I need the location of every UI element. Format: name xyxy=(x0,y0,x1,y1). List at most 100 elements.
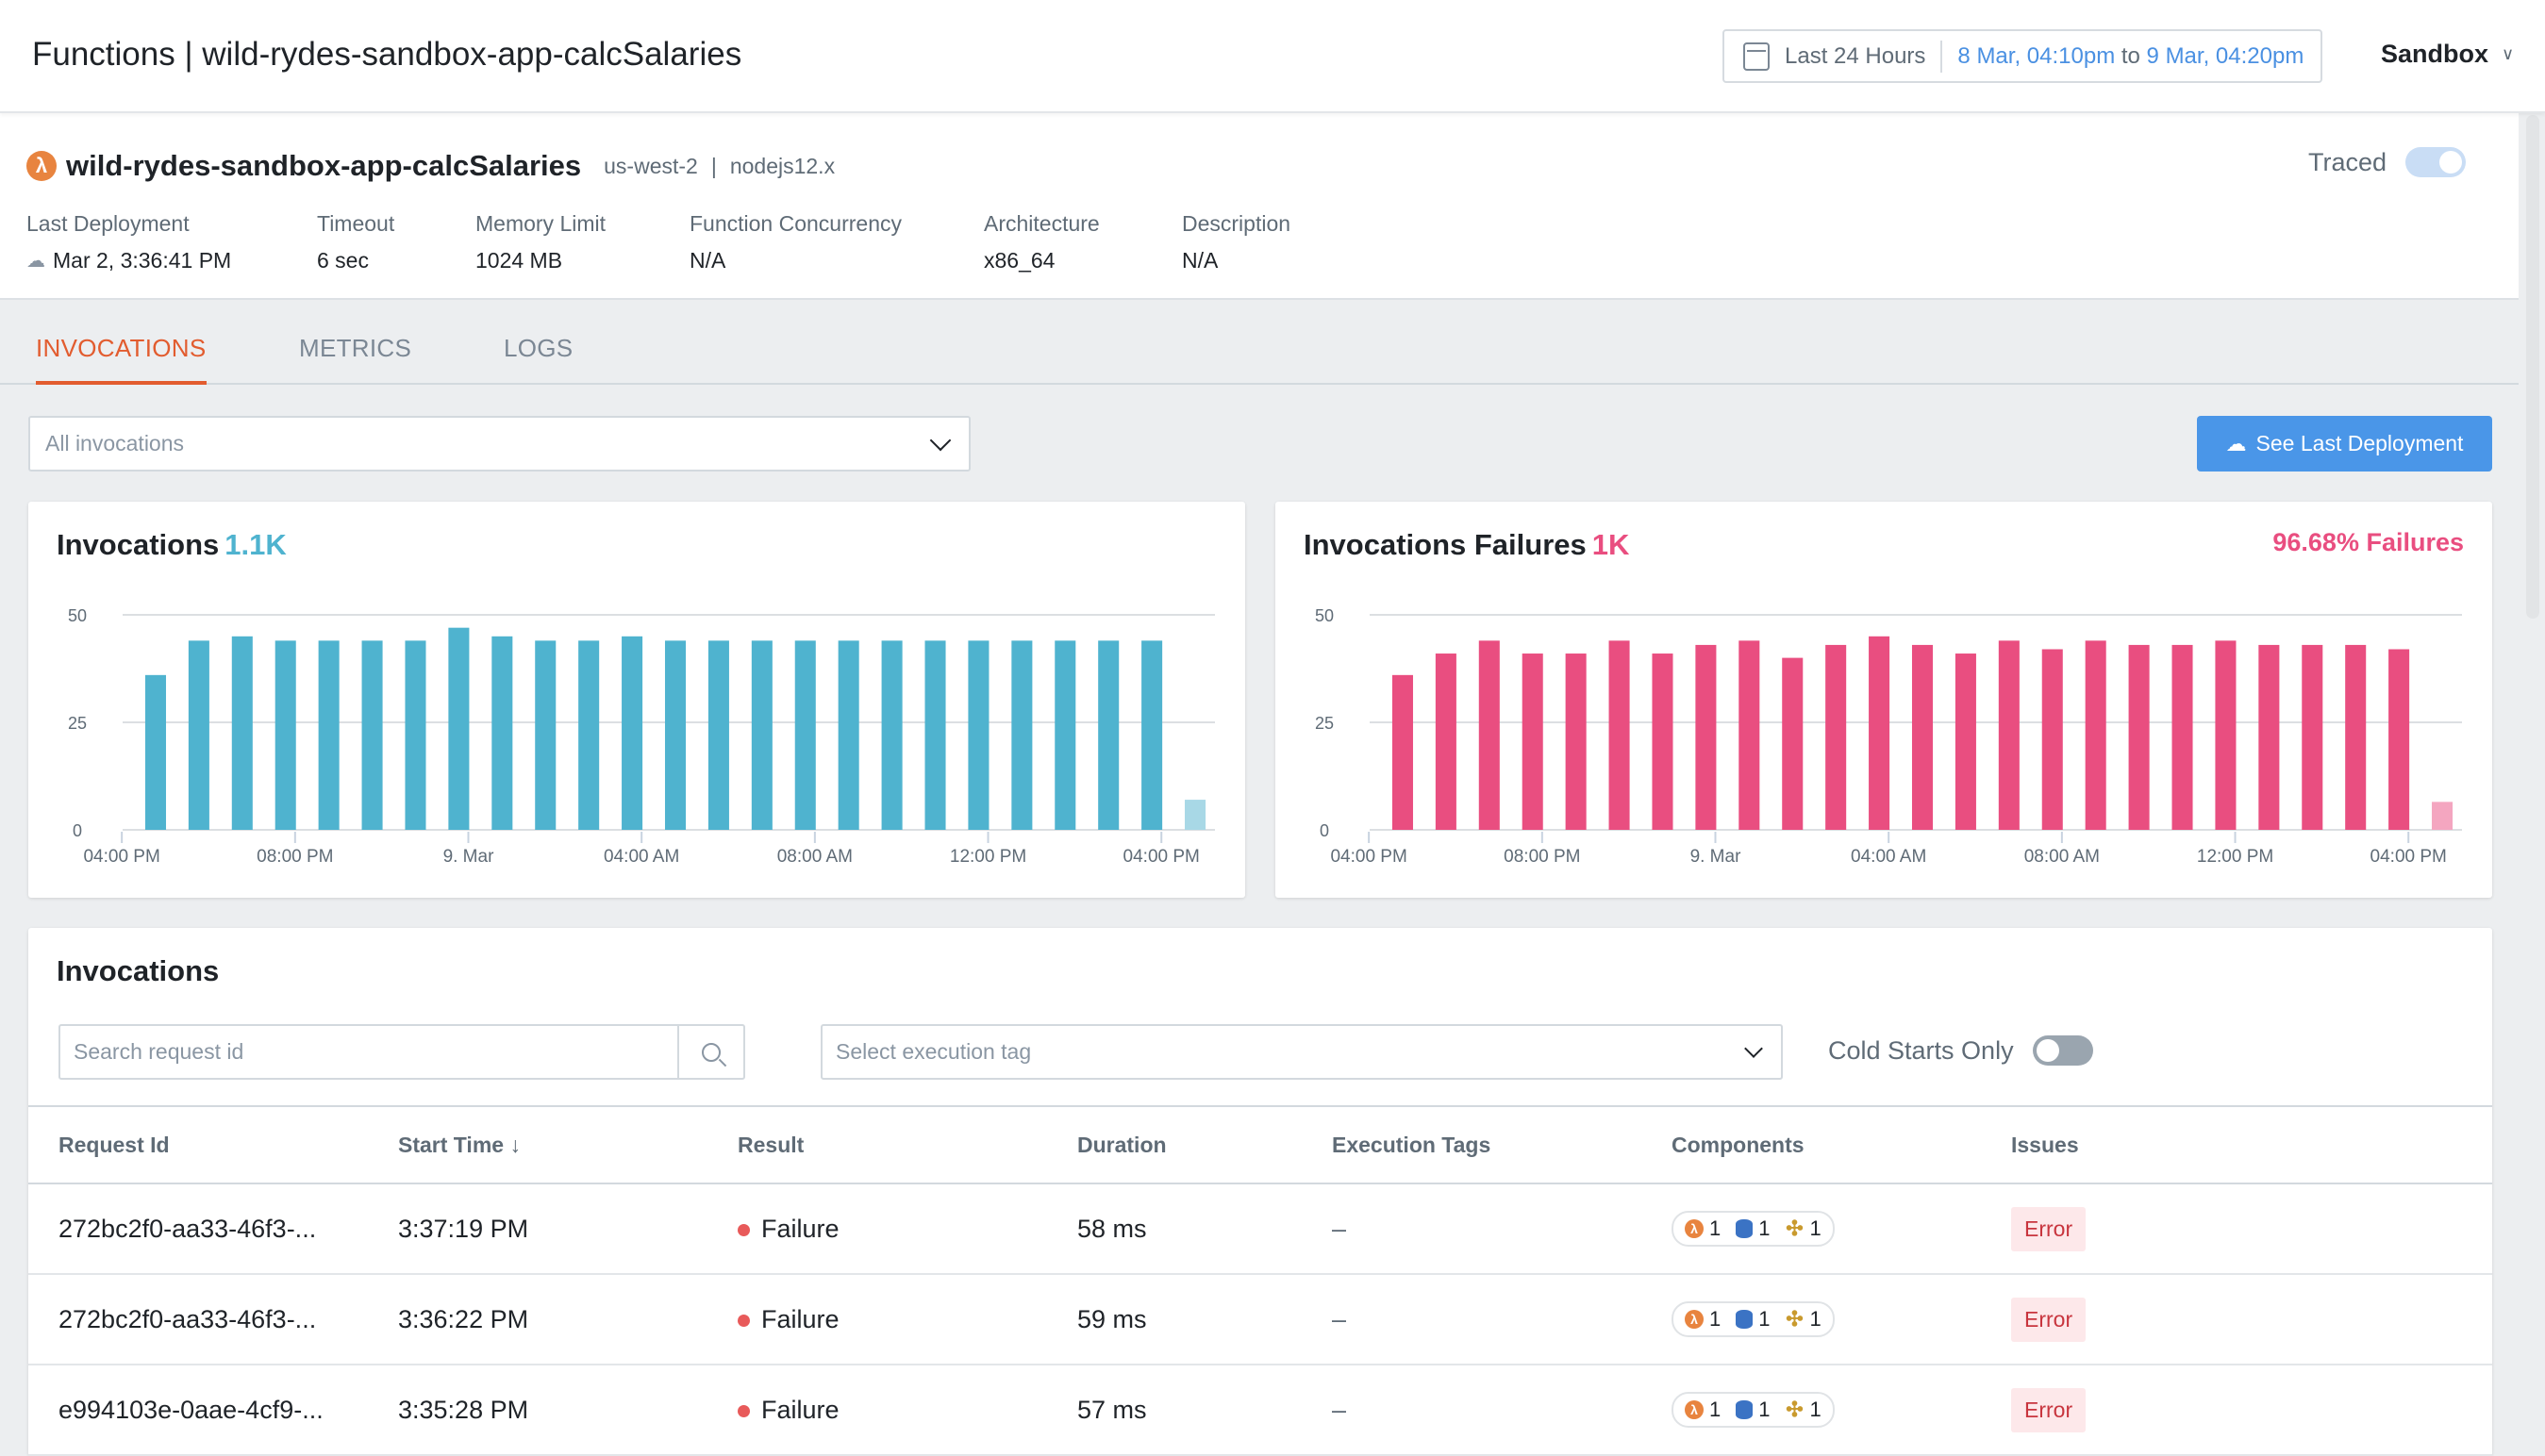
result-text: Failure xyxy=(761,1214,840,1243)
error-badge[interactable]: Error xyxy=(2011,1206,2087,1251)
error-badge[interactable]: Error xyxy=(2011,1297,2087,1342)
bar[interactable] xyxy=(1695,644,1717,830)
request-id[interactable]: 272bc2f0-aa33-46f3-... xyxy=(58,1305,316,1333)
execution-tag-select[interactable]: Select execution tag xyxy=(821,1024,1783,1080)
bar[interactable] xyxy=(1522,654,1543,830)
bar[interactable] xyxy=(361,640,383,830)
bar[interactable] xyxy=(1185,800,1206,830)
database-count: 1 xyxy=(1758,1216,1771,1240)
bar[interactable] xyxy=(1565,654,1587,830)
bar[interactable] xyxy=(144,674,166,830)
bar[interactable] xyxy=(1869,636,1890,830)
bar[interactable] xyxy=(1391,674,1413,830)
bar[interactable] xyxy=(188,640,209,830)
bar[interactable] xyxy=(1011,640,1033,830)
request-id-search xyxy=(58,1024,745,1080)
bar[interactable] xyxy=(664,640,687,830)
execution-tags-value: – xyxy=(1332,1304,1347,1333)
page-title: Functions | wild-rydes-sandbox-app-calcS… xyxy=(32,36,742,73)
bar[interactable] xyxy=(1954,654,1976,830)
bar[interactable] xyxy=(838,640,859,830)
bar[interactable] xyxy=(2041,649,2063,830)
page-scrollbar[interactable] xyxy=(2526,115,2539,619)
bar[interactable] xyxy=(231,636,253,830)
bar[interactable] xyxy=(1098,640,1120,830)
bar[interactable] xyxy=(1141,640,1163,830)
failure-status-dot xyxy=(738,1314,750,1327)
bar[interactable] xyxy=(1998,640,2020,830)
bar[interactable] xyxy=(794,640,816,830)
bar[interactable] xyxy=(535,640,557,830)
bar[interactable] xyxy=(1825,644,1847,830)
col-result[interactable]: Result xyxy=(707,1105,1047,1184)
table-row[interactable]: e994103e-0aae-4cf9-... 3:35:28 PM Failure 5… xyxy=(28,1365,2492,1456)
table-row[interactable]: 272bc2f0-aa33-46f3-... 3:37:19 PM Failure 5… xyxy=(28,1183,2492,1275)
components-badge[interactable]: λ 1 1 ✣ 1 xyxy=(1672,1301,1835,1337)
see-last-deployment-button[interactable]: ☁ See Last Deployment xyxy=(2197,416,2492,472)
request-id-cell[interactable]: 272bc2f0-aa33-46f3-... xyxy=(28,1183,368,1275)
request-id-cell[interactable]: e994103e-0aae-4cf9-... xyxy=(28,1365,368,1456)
table-row[interactable]: 272bc2f0-aa33-46f3-... 3:36:22 PM Failure 5… xyxy=(28,1274,2492,1365)
components-badge[interactable]: λ 1 1 ✣ 1 xyxy=(1672,1211,1835,1247)
bar[interactable] xyxy=(1911,644,1934,830)
bar[interactable] xyxy=(491,636,513,830)
y-tick-label: 50 xyxy=(68,606,87,625)
bar[interactable] xyxy=(2215,640,2237,830)
api-count: 1 xyxy=(1809,1216,1821,1240)
bar[interactable] xyxy=(2171,644,2193,830)
search-input[interactable] xyxy=(60,1026,677,1078)
bar[interactable] xyxy=(968,640,990,830)
tag-placeholder: Select execution tag xyxy=(836,1039,1032,1064)
bar[interactable] xyxy=(622,636,643,830)
bar[interactable] xyxy=(707,640,729,830)
cold-starts-toggle[interactable] xyxy=(2032,1035,2093,1066)
bar[interactable] xyxy=(924,640,946,830)
request-id-cell[interactable]: 272bc2f0-aa33-46f3-... xyxy=(28,1274,368,1365)
col-duration[interactable]: Duration xyxy=(1047,1105,1302,1184)
bar[interactable] xyxy=(1652,654,1673,830)
bar[interactable] xyxy=(1738,640,1760,830)
bar[interactable] xyxy=(1782,657,1804,830)
tab-logs[interactable]: LOGS xyxy=(504,334,573,363)
bar[interactable] xyxy=(1478,640,1500,830)
org-switcher[interactable]: Sandbox ∨ xyxy=(2381,40,2514,69)
bar[interactable] xyxy=(2302,644,2323,830)
bar[interactable] xyxy=(1608,640,1630,830)
prop-label: Architecture xyxy=(984,211,1100,236)
prop-description: Description N/A xyxy=(1182,211,1371,273)
components-badge[interactable]: λ 1 1 ✣ 1 xyxy=(1672,1392,1835,1428)
bar[interactable] xyxy=(881,640,903,830)
function-info-panel: λ wild-rydes-sandbox-app-calcSalaries us… xyxy=(0,113,2519,300)
bar[interactable] xyxy=(578,640,600,830)
issues-cell: Error xyxy=(1981,1365,2492,1456)
database-icon xyxy=(1736,1219,1754,1238)
tab-metrics[interactable]: METRICS xyxy=(299,334,411,363)
duration: 57 ms xyxy=(1077,1395,1147,1424)
request-id[interactable]: e994103e-0aae-4cf9-... xyxy=(58,1396,324,1424)
bar[interactable] xyxy=(2388,649,2410,830)
lambda-count: 1 xyxy=(1709,1216,1722,1240)
duration: 58 ms xyxy=(1077,1214,1147,1243)
request-id[interactable]: 272bc2f0-aa33-46f3-... xyxy=(58,1215,316,1243)
col-request-id[interactable]: Request Id xyxy=(28,1105,368,1184)
bar[interactable] xyxy=(1435,654,1456,830)
bar[interactable] xyxy=(2085,640,2106,830)
bar[interactable] xyxy=(1055,640,1076,830)
error-badge[interactable]: Error xyxy=(2011,1387,2087,1432)
traced-toggle[interactable] xyxy=(2405,147,2466,177)
bar[interactable] xyxy=(751,640,773,830)
search-button[interactable] xyxy=(677,1026,743,1078)
date-range-picker[interactable]: Last 24 Hours 8 Mar, 04:10pm to 9 Mar, 0… xyxy=(1722,29,2322,83)
bar[interactable] xyxy=(274,640,296,830)
bar[interactable] xyxy=(448,627,470,830)
bar[interactable] xyxy=(2128,644,2150,830)
bar[interactable] xyxy=(318,640,340,830)
col-start-time[interactable]: Start Time ↓ xyxy=(368,1105,707,1184)
invocation-filter-select[interactable]: All invocations xyxy=(28,416,971,472)
bar[interactable] xyxy=(2258,644,2280,830)
range-end: 9 Mar, 04:20pm xyxy=(2146,42,2304,69)
tab-invocations[interactable]: INVOCATIONS xyxy=(36,334,207,385)
bar[interactable] xyxy=(405,640,426,830)
bar[interactable] xyxy=(2345,644,2367,830)
bar[interactable] xyxy=(2432,802,2454,830)
